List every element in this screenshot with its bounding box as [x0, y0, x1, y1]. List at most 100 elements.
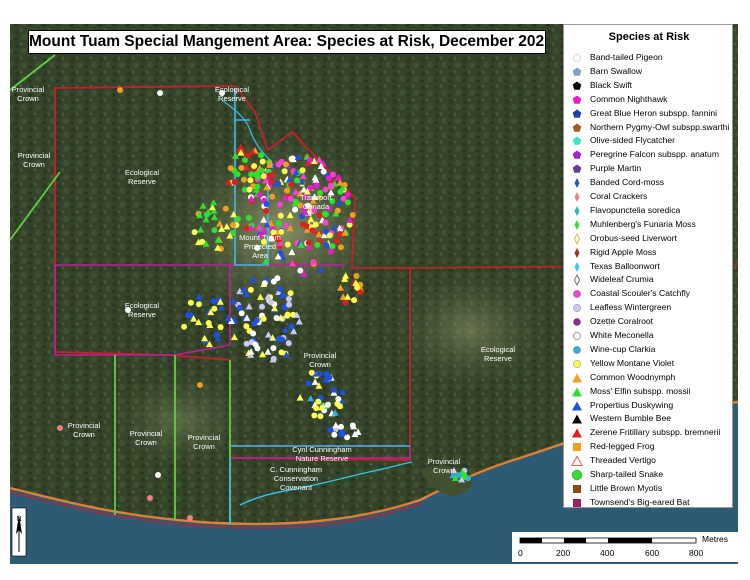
species-point[interactable]	[279, 336, 286, 343]
species-point[interactable]	[254, 173, 261, 180]
species-point[interactable]	[294, 177, 300, 184]
species-point[interactable]	[331, 386, 338, 393]
species-point[interactable]	[277, 212, 284, 219]
species-point[interactable]	[285, 340, 292, 347]
species-point[interactable]	[334, 400, 341, 407]
species-point[interactable]	[240, 176, 247, 183]
species-point[interactable]	[286, 301, 293, 308]
species-point[interactable]	[325, 175, 332, 182]
species-point[interactable]	[326, 232, 333, 239]
species-point[interactable]	[329, 243, 336, 250]
species-point[interactable]	[326, 374, 333, 381]
species-point[interactable]	[353, 273, 360, 279]
species-point[interactable]	[231, 179, 238, 185]
species-point[interactable]	[322, 219, 329, 226]
species-point[interactable]	[270, 355, 277, 362]
species-point[interactable]	[213, 331, 220, 338]
species-point[interactable]	[275, 161, 282, 168]
species-point[interactable]	[254, 183, 261, 190]
species-point[interactable]	[284, 241, 291, 248]
species-point[interactable]	[281, 168, 288, 175]
species-point[interactable]	[263, 201, 270, 207]
species-point[interactable]	[307, 157, 313, 163]
species-point[interactable]	[270, 278, 277, 285]
species-point[interactable]	[275, 220, 282, 226]
species-point[interactable]	[259, 158, 266, 165]
species-point[interactable]	[259, 303, 265, 310]
species-point[interactable]	[247, 177, 254, 184]
species-point[interactable]	[311, 412, 318, 419]
species-point[interactable]	[205, 320, 212, 326]
species-point[interactable]	[155, 472, 161, 478]
species-point[interactable]	[315, 398, 322, 405]
species-point[interactable]	[254, 345, 261, 352]
species-point[interactable]	[253, 317, 260, 324]
species-point[interactable]	[338, 423, 344, 430]
species-point[interactable]	[196, 301, 202, 308]
species-point[interactable]	[269, 193, 276, 200]
species-point[interactable]	[292, 206, 299, 213]
species-point[interactable]	[244, 152, 251, 159]
species-point[interactable]	[309, 227, 316, 234]
species-point[interactable]	[310, 259, 317, 266]
species-point[interactable]	[305, 380, 312, 387]
species-point[interactable]	[317, 413, 324, 420]
species-point[interactable]	[243, 323, 250, 330]
species-point[interactable]	[197, 382, 203, 388]
species-point[interactable]	[313, 182, 320, 189]
species-point[interactable]	[247, 286, 254, 293]
species-point[interactable]	[299, 167, 306, 174]
species-point[interactable]	[258, 152, 264, 159]
species-point[interactable]	[337, 244, 344, 251]
species-point[interactable]	[283, 161, 289, 168]
species-point[interactable]	[256, 192, 263, 199]
species-point[interactable]	[227, 165, 234, 172]
species-point[interactable]	[320, 168, 327, 175]
species-point[interactable]	[269, 172, 276, 179]
species-point[interactable]	[275, 180, 282, 187]
species-point[interactable]	[328, 182, 334, 189]
species-point[interactable]	[210, 298, 217, 305]
species-point[interactable]	[344, 191, 351, 198]
species-point[interactable]	[270, 345, 277, 352]
species-point[interactable]	[260, 315, 267, 322]
species-point[interactable]	[191, 229, 198, 236]
species-point[interactable]	[297, 267, 304, 274]
species-point[interactable]	[268, 179, 275, 185]
species-point[interactable]	[273, 315, 280, 321]
species-point[interactable]	[187, 299, 194, 306]
species-point[interactable]	[322, 186, 329, 193]
species-point[interactable]	[284, 187, 290, 194]
species-point[interactable]	[238, 164, 245, 171]
species-point[interactable]	[260, 173, 267, 180]
species-point[interactable]	[461, 472, 468, 479]
species-point[interactable]	[267, 299, 274, 305]
species-point[interactable]	[245, 214, 252, 221]
species-point[interactable]	[277, 201, 284, 208]
species-point[interactable]	[263, 207, 270, 214]
species-point[interactable]	[246, 186, 253, 193]
species-point[interactable]	[323, 242, 330, 248]
species-point[interactable]	[285, 296, 292, 302]
species-point[interactable]	[217, 324, 224, 331]
species-point[interactable]	[305, 240, 312, 246]
species-point[interactable]	[342, 299, 349, 306]
species-point[interactable]	[334, 207, 341, 214]
species-point[interactable]	[277, 286, 284, 292]
species-point[interactable]	[319, 404, 326, 411]
species-point[interactable]	[331, 431, 338, 438]
species-point[interactable]	[288, 181, 295, 188]
species-point[interactable]	[288, 323, 295, 330]
species-point[interactable]	[327, 426, 334, 433]
species-point[interactable]	[117, 87, 123, 93]
species-point[interactable]	[351, 297, 358, 304]
species-point[interactable]	[238, 310, 245, 317]
species-point[interactable]	[157, 90, 163, 96]
species-point[interactable]	[222, 205, 229, 212]
species-point[interactable]	[287, 290, 294, 297]
species-point[interactable]	[57, 425, 63, 431]
species-point[interactable]	[251, 163, 258, 169]
species-point[interactable]	[261, 280, 268, 287]
species-point[interactable]	[258, 167, 265, 174]
species-point[interactable]	[236, 304, 243, 311]
